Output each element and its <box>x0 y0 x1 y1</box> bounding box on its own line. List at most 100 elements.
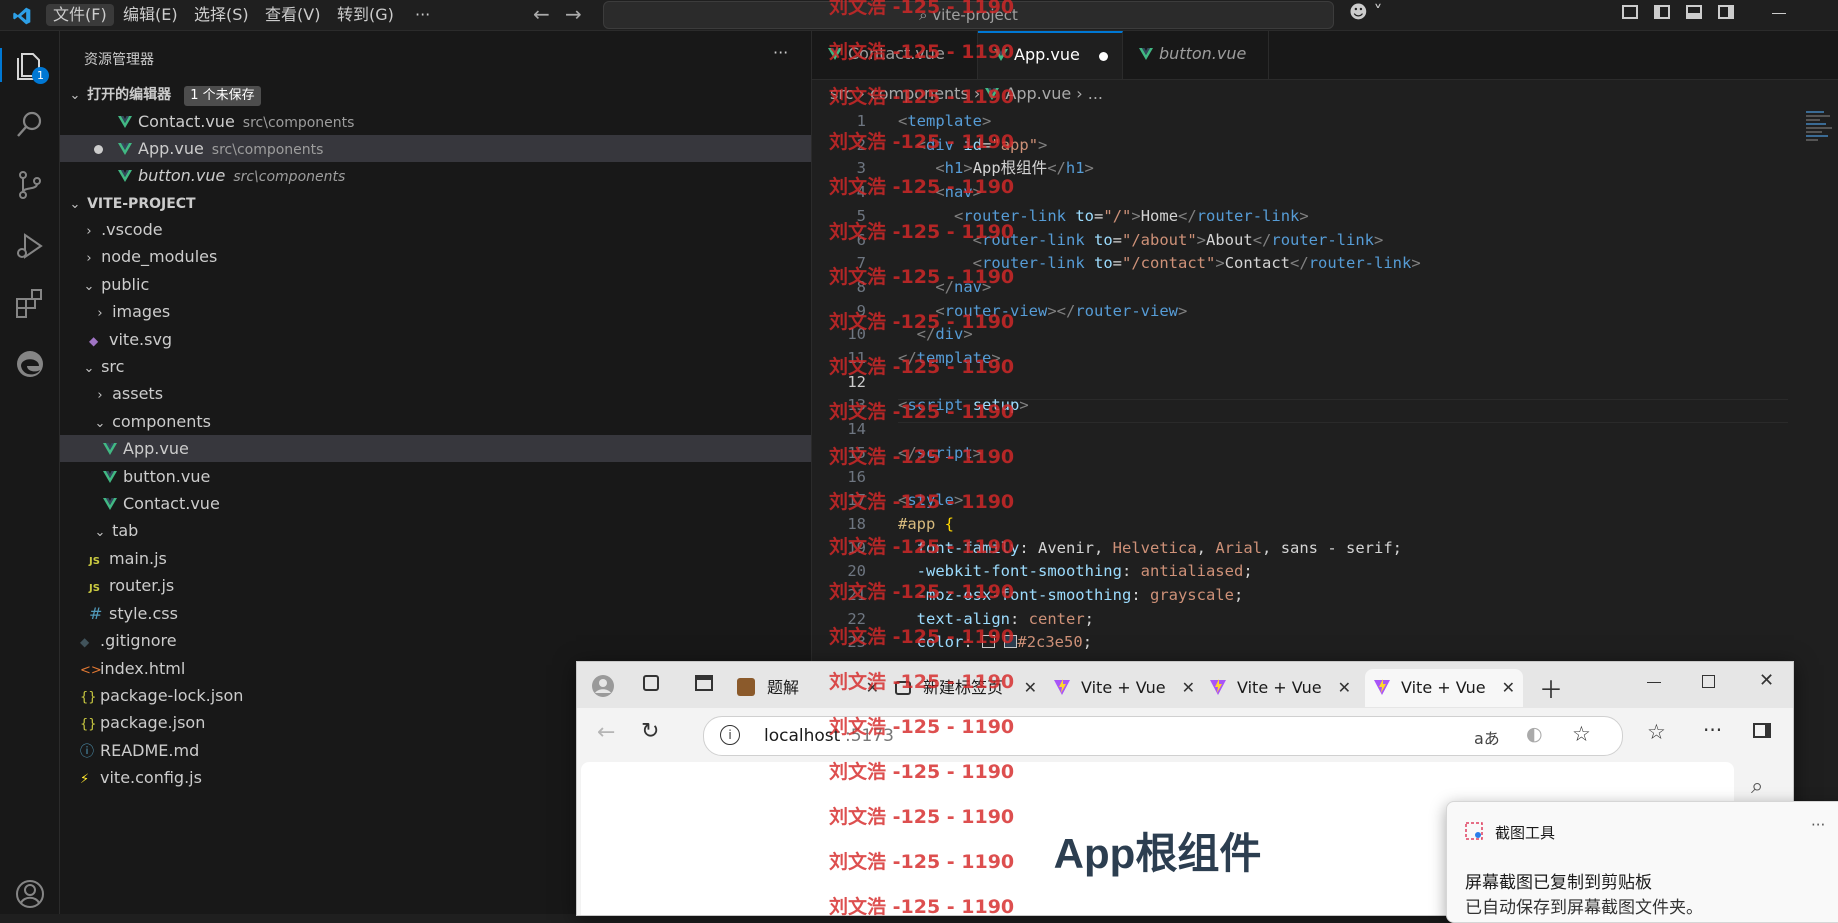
edge-icon[interactable]: ◐ <box>1526 723 1543 745</box>
source-control-icon[interactable] <box>13 168 47 202</box>
vue-file-icon <box>103 443 117 455</box>
watermark-text: 刘文浩 -125 - 1190 <box>829 176 1015 198</box>
tree-folder[interactable]: ⌄ public <box>60 271 811 298</box>
open-editor-item[interactable]: Contact.vue src\components <box>60 108 811 135</box>
site-info-icon[interactable]: i <box>720 725 740 745</box>
edge-devtools-icon[interactable] <box>13 347 47 381</box>
menu-selection[interactable]: 选择(S) <box>187 4 256 26</box>
tree-folder[interactable]: › images <box>60 298 811 325</box>
info-file-icon: ⓘ <box>80 744 94 760</box>
tree-label: images <box>112 302 171 321</box>
close-icon[interactable]: ✕ <box>1024 669 1037 707</box>
open-editor-item-active[interactable]: App.vue src\components <box>60 135 811 162</box>
vue-file-icon <box>118 170 132 182</box>
tree-folder[interactable]: ⌄ components <box>60 408 811 435</box>
active-indicator <box>0 48 2 82</box>
tab-button[interactable]: button.vue <box>1123 31 1269 79</box>
browser-tab-active[interactable]: Vite + Vue ✕ <box>1365 669 1523 707</box>
close-icon[interactable]: ✕ <box>1182 669 1195 707</box>
back-arrow-icon[interactable]: ← <box>597 720 615 745</box>
tree-folder[interactable]: › node_modules <box>60 243 811 270</box>
tree-file[interactable]: ◆ vite.svg <box>60 326 811 353</box>
vue-file-icon <box>118 116 132 128</box>
watermark-text: 刘文浩 -125 - 1190 <box>829 896 1015 918</box>
browser-tab[interactable]: Vite + Vue ✕ <box>1053 669 1203 707</box>
minimize-icon[interactable] <box>1772 13 1786 14</box>
tree-file[interactable]: button.vue <box>60 463 811 490</box>
forward-arrow-icon[interactable]: → <box>565 2 582 26</box>
favorite-star-icon[interactable]: ☆ <box>1572 722 1591 746</box>
tree-label: .vscode <box>101 220 163 239</box>
toggle-sidebar-icon[interactable] <box>1654 5 1670 19</box>
browser-tab-label: Vite + Vue <box>1237 678 1322 697</box>
customize-layout-icon[interactable] <box>1622 5 1638 19</box>
minimap[interactable] <box>1806 109 1836 189</box>
tree-file[interactable]: # style.css <box>60 600 811 627</box>
toggle-secondary-sidebar-icon[interactable] <box>1718 5 1734 19</box>
sidebar-more-button[interactable]: ··· <box>773 43 788 62</box>
window-close-icon[interactable]: ✕ <box>1759 670 1774 691</box>
snipping-tool-icon <box>1465 822 1483 840</box>
unsaved-dot-icon[interactable] <box>1099 52 1108 61</box>
tree-folder[interactable]: ⌄ src <box>60 353 811 380</box>
tree-folder[interactable]: ⌄ tab <box>60 517 811 544</box>
vite-favicon-icon <box>1210 679 1226 695</box>
toast-more-button[interactable]: ··· <box>1811 816 1825 834</box>
project-header[interactable]: ⌄ VITE-PROJECT <box>60 189 811 216</box>
tab-actions-icon[interactable] <box>695 675 713 691</box>
vue-file-icon <box>1139 48 1153 60</box>
new-tab-button[interactable]: ＋ <box>1539 670 1563 705</box>
tree-file[interactable]: JS main.js <box>60 545 811 572</box>
close-icon[interactable]: ✕ <box>1502 669 1515 707</box>
tree-file-active[interactable]: App.vue <box>60 435 811 462</box>
tree-folder[interactable]: › .vscode <box>60 216 811 243</box>
watermark-text: 刘文浩 -125 - 1190 <box>829 761 1015 783</box>
open-editor-item[interactable]: button.vue src\components <box>60 162 811 189</box>
chevron-down-icon: ⌄ <box>69 197 81 212</box>
tree-folder[interactable]: › assets <box>60 380 811 407</box>
tree-file[interactable]: ◆ .gitignore <box>60 627 811 654</box>
copilot-icon[interactable]: ☻ ˅ <box>1349 2 1383 23</box>
tree-file[interactable]: Contact.vue <box>60 490 811 517</box>
account-icon[interactable] <box>13 877 47 911</box>
tree-label: Contact.vue <box>123 494 220 513</box>
sidebar-toggle-icon[interactable] <box>1753 723 1771 738</box>
tree-label: assets <box>112 384 164 403</box>
chevron-down-icon: ⌄ <box>94 525 106 540</box>
watermark-text: 刘文浩 -125 - 1190 <box>829 626 1015 648</box>
menu-edit[interactable]: 编辑(E) <box>116 4 185 26</box>
minimize-icon[interactable] <box>1647 682 1661 683</box>
run-debug-icon[interactable] <box>13 229 47 263</box>
favorites-icon[interactable]: ☆ <box>1647 720 1666 744</box>
menu-more[interactable]: ··· <box>408 4 437 26</box>
browser-tab[interactable]: Vite + Vue ✕ <box>1209 669 1359 707</box>
more-menu-icon[interactable]: ··· <box>1703 718 1722 742</box>
breadcrumb-item[interactable]: App.vue <box>1005 84 1071 103</box>
search-icon[interactable]: ⌕ <box>1751 774 1763 799</box>
profile-icon[interactable] <box>591 674 615 698</box>
chevron-right-icon: › <box>1076 84 1088 103</box>
extensions-icon[interactable] <box>13 287 47 321</box>
tree-label: button.vue <box>123 467 211 486</box>
snipping-toast[interactable]: 截图工具 ··· 屏幕截图已复制到剪贴板 已自动保存到屏幕截图文件夹。 <box>1446 801 1838 923</box>
close-icon[interactable]: ✕ <box>1338 669 1351 707</box>
tree-file[interactable]: JS router.js <box>60 572 811 599</box>
open-editor-name: Contact.vue <box>138 112 235 131</box>
toggle-panel-icon[interactable] <box>1686 5 1702 19</box>
chevron-down-icon: ⌄ <box>69 88 81 103</box>
maximize-icon[interactable] <box>1702 675 1715 688</box>
menu-file[interactable]: 文件(F) <box>46 4 114 26</box>
refresh-icon[interactable]: ↻ <box>641 719 659 744</box>
menu-go[interactable]: 转到(G) <box>330 4 401 26</box>
read-aloud-icon[interactable]: aあ <box>1474 725 1500 749</box>
watermark-text: 刘文浩 -125 - 1190 <box>829 356 1015 378</box>
workspaces-icon[interactable] <box>643 675 659 691</box>
back-arrow-icon[interactable]: ← <box>533 2 550 26</box>
html-file-icon: <> <box>80 663 102 678</box>
search-icon[interactable] <box>13 108 47 142</box>
tree-label: README.md <box>100 741 200 760</box>
open-editors-header[interactable]: ⌄ 打开的编辑器 1 个未保存 <box>60 80 811 107</box>
menu-view[interactable]: 查看(V) <box>258 4 327 26</box>
watermark-text: 刘文浩 -125 - 1190 <box>829 671 1015 693</box>
breadcrumb-item[interactable]: ... <box>1088 84 1103 103</box>
